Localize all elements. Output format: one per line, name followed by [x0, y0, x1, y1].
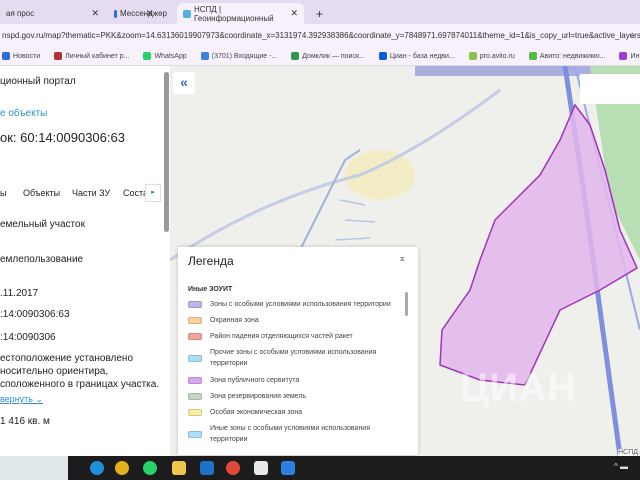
legend-title: Легенда	[188, 254, 234, 268]
legend-item: Особая экономическая зона	[188, 407, 398, 418]
bookmark-icon	[291, 51, 300, 60]
legend-item: Зона публичного сервитута	[188, 375, 398, 386]
legend-item: Зоны с особыми условиями использования т…	[188, 299, 398, 310]
tab-parts[interactable]: Части ЗУ	[72, 188, 110, 198]
bookmark[interactable]: Циан - база недви...	[378, 51, 455, 60]
bookmark[interactable]: Личный кабинет р...	[54, 51, 129, 60]
star-icon[interactable]: ☆	[629, 31, 636, 40]
legend-item: Иные зоны с особыми условиями использова…	[188, 423, 398, 445]
legend-swatch	[188, 393, 202, 400]
chrome-icon[interactable]	[115, 461, 129, 475]
address-line: сположенного в границах участка.	[0, 379, 160, 390]
tab-strip: ая прос ✕ Мессенджер НСПД | Геоинформацио…	[0, 0, 640, 24]
tab-active[interactable]: НСПД | Геоинформационный ✕	[177, 3, 304, 24]
collapse-icon[interactable]: ⌅	[398, 253, 406, 264]
area-value: 1 416 кв. м	[0, 416, 50, 427]
close-icon[interactable]: ✕	[290, 8, 298, 19]
bookmark-icon	[143, 51, 152, 60]
site-icon	[183, 9, 191, 18]
collapse-panel-button[interactable]: «	[173, 72, 195, 94]
map-attribution: НСПД	[618, 449, 638, 456]
panel-scrollbar[interactable]	[164, 72, 169, 232]
address-line: носительно ориентира,	[0, 366, 109, 377]
page-title: ок: 60:14:0090306:63	[0, 130, 125, 145]
legend-swatch	[188, 333, 202, 340]
watermark: ЦИАН	[460, 366, 576, 410]
bookmark-icon	[528, 51, 537, 60]
address-bar[interactable]: nspd.gov.ru/map?thematic=PKK&zoom=14.631…	[0, 24, 640, 46]
bookmark[interactable]: Интернет-м	[619, 51, 640, 60]
outlook-icon[interactable]	[200, 461, 214, 475]
messenger-icon	[114, 9, 117, 18]
legend-item: Район падения отделяющихся частей ракет	[188, 331, 398, 342]
bookmarks-bar: Новости Личный кабинет р... WhatsApp (3701)…	[0, 46, 640, 66]
bookmark-icon	[200, 51, 209, 60]
legend-swatch	[188, 317, 202, 324]
whatsapp-icon[interactable]	[143, 461, 157, 475]
legend-item: Охранная зона	[188, 315, 398, 326]
chrome-icon[interactable]	[226, 461, 240, 475]
collapse-link[interactable]: вернуть ⌄	[0, 394, 43, 405]
address-line: естоположение установлено	[0, 353, 134, 364]
bookmark[interactable]: Домклик — поиск...	[291, 51, 365, 60]
bookmark-icon	[2, 51, 10, 60]
taskbar: ^ ▬	[0, 456, 640, 480]
legend-scrollbar[interactable]	[405, 292, 408, 316]
app-icon[interactable]	[281, 461, 295, 475]
legend-panel: Легенда ⌅ Иные ЗОУИТ Зоны с особыми усло…	[178, 247, 418, 455]
tab-info[interactable]: ы	[0, 188, 6, 198]
info-panel: ционный портал е объекты ок: 60:14:00903…	[0, 66, 170, 456]
legend-item: Зона резервирования земель	[188, 391, 398, 402]
legend-swatch	[188, 409, 202, 416]
bookmark-icon	[468, 51, 477, 60]
new-tab-button[interactable]: +	[310, 3, 329, 24]
land-use: емлепользование	[0, 254, 84, 265]
map-control	[580, 74, 640, 104]
object-type: емельный участок	[0, 219, 85, 230]
bookmark[interactable]: WhatsApp	[143, 51, 187, 60]
bookmark[interactable]: Новости	[2, 51, 40, 60]
bookmark-icon	[619, 51, 628, 60]
store-icon[interactable]	[254, 461, 268, 475]
widgets-icon[interactable]	[0, 456, 68, 480]
tab[interactable]: ая прос ✕	[0, 3, 105, 24]
legend-group: Иные ЗОУИТ	[188, 286, 233, 293]
bookmark[interactable]: pro.avito.ru	[468, 51, 515, 60]
cadastral-number: :14:0090306:63	[0, 309, 70, 320]
close-icon[interactable]: ✕	[91, 8, 99, 19]
edge-icon[interactable]	[90, 461, 104, 475]
objects-link[interactable]: е объекты	[0, 108, 47, 119]
folder-icon[interactable]	[172, 461, 186, 475]
bookmark-icon	[378, 51, 387, 60]
chevron-right-icon[interactable]: ▸	[145, 184, 161, 202]
close-icon[interactable]: ✕	[140, 3, 160, 24]
legend-swatch	[188, 354, 202, 362]
legend-item: Прочие зоны с особыми условиями использо…	[188, 347, 398, 369]
portal-title: ционный портал	[0, 76, 76, 87]
tab-objects[interactable]: Объекты	[23, 188, 60, 198]
legend-swatch	[188, 430, 202, 438]
bookmark[interactable]: (3701) Входящие -...	[200, 51, 277, 60]
tray-icons[interactable]: ^ ▬	[614, 462, 628, 471]
legend-swatch	[188, 377, 202, 384]
cadastral-quarter: :14:0090306	[0, 332, 56, 343]
date: .11.2017	[0, 288, 39, 299]
bookmark-icon	[54, 51, 63, 60]
bookmark[interactable]: Авито: недвижимо...	[528, 51, 605, 60]
legend-swatch	[188, 301, 202, 308]
